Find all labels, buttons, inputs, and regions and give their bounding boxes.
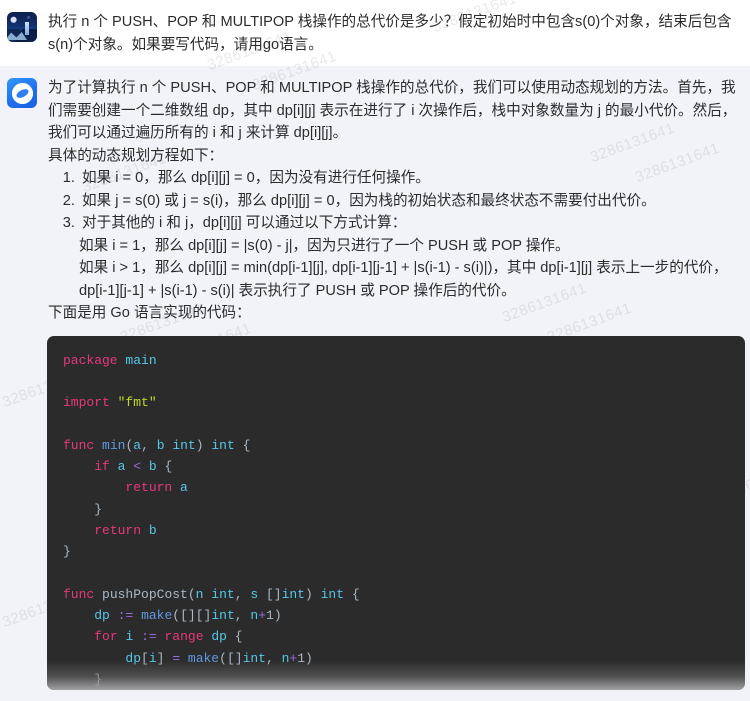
list-item: 如果 i = 1，那么 dp[i][j] = |s(0) - j|，因为只进行了… <box>79 237 570 254</box>
user-avatar[interactable] <box>7 12 37 42</box>
message-user: 执行 n 个 PUSH、POP 和 MULTIPOP 栈操作的总代价是多少？假定… <box>0 0 750 66</box>
code-content: package main import "fmt" func min(a, b … <box>47 336 745 691</box>
code-block[interactable]: package main import "fmt" func min(a, b … <box>47 335 745 691</box>
avatar-decor-tower <box>25 22 29 35</box>
list-item: 如果 j = s(0) 或 j = s(i)，那么 dp[i][j] = 0，因… <box>79 190 738 213</box>
assistant-avatar[interactable] <box>7 78 37 108</box>
dp-equation-sublist: 如果 i = 1，那么 dp[i][j] = |s(0) - j|，因为只进行了… <box>48 235 738 303</box>
assistant-message-body: 为了计算执行 n 个 PUSH、POP 和 MULTIPOP 栈操作的总代价，我… <box>37 77 745 691</box>
dp-equation-list: 如果 i = 0，那么 dp[i][j] = 0，因为没有进行任何操作。 如果 … <box>48 167 738 235</box>
assistant-logo-icon <box>11 82 33 104</box>
list-item: 如果 i = 0，那么 dp[i][j] = 0，因为没有进行任何操作。 <box>79 167 738 190</box>
code-rendered: package main import "fmt" func min(a, b … <box>63 352 360 687</box>
chat-page: 执行 n 个 PUSH、POP 和 MULTIPOP 栈操作的总代价是多少？假定… <box>0 0 750 701</box>
user-message-body: 执行 n 个 PUSH、POP 和 MULTIPOP 栈操作的总代价是多少？假定… <box>37 11 744 56</box>
code-intro-text: 下面是用 Go 语言实现的代码： <box>48 305 251 321</box>
list-item: 如果 i > 1，那么 dp[i][j] = min(dp[i-1][j], d… <box>79 260 728 299</box>
assistant-intro-paragraph: 为了计算执行 n 个 PUSH、POP 和 MULTIPOP 栈操作的总代价，我… <box>48 80 737 141</box>
user-message-text: 执行 n 个 PUSH、POP 和 MULTIPOP 栈操作的总代价是多少？假定… <box>48 14 732 53</box>
list-item: 对于其他的 i 和 j，dp[i][j] 可以通过以下方式计算： <box>79 212 738 235</box>
equations-heading: 具体的动态规划方程如下： <box>48 147 224 164</box>
message-assistant: 为了计算执行 n 个 PUSH、POP 和 MULTIPOP 栈操作的总代价，我… <box>0 66 750 701</box>
